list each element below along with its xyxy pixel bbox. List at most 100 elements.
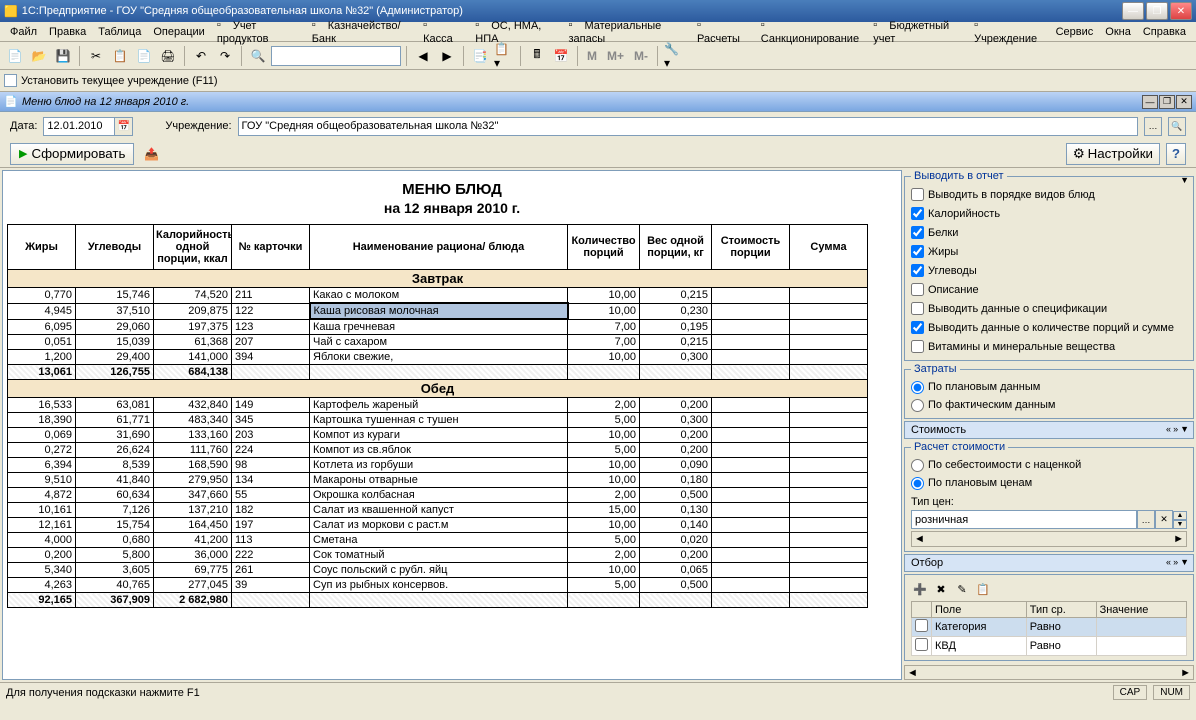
otbor-row[interactable]: КВДРавно [912, 637, 1187, 656]
doc-minimize-button[interactable]: — [1142, 95, 1158, 109]
set-institution-checkbox[interactable] [4, 74, 17, 87]
help-button[interactable]: ? [1166, 143, 1186, 165]
stoimost-collapse[interactable]: «»▼ [1166, 424, 1189, 434]
table-row[interactable]: 1,20029,400141,000394Яблоки свежие,10,00… [8, 350, 868, 365]
menu-2[interactable]: Таблица [92, 24, 147, 40]
otbor-edit-button[interactable]: ✎ [953, 580, 971, 598]
otbor-del-button[interactable]: ✖ [932, 580, 950, 598]
output-opt-5[interactable]: Описание [911, 280, 1187, 299]
stoimost-opt-1[interactable]: По плановым ценам [911, 474, 1187, 492]
table-row[interactable]: 6,09529,060197,375123Каша гречневая7,000… [8, 319, 868, 335]
m-button[interactable]: M [583, 45, 601, 67]
doc-maximize-button[interactable]: ❐ [1159, 95, 1175, 109]
form-button[interactable]: 📋▾ [493, 45, 515, 67]
menu-13[interactable]: Сервис [1050, 24, 1100, 40]
table-row[interactable]: 0,77015,74674,520211Какао с молоком10,00… [8, 288, 868, 304]
table-row[interactable]: 9,51041,840279,950134Макароны отварные10… [8, 473, 868, 488]
print-button[interactable]: 🖨 [157, 45, 179, 67]
table-row[interactable]: 4,0000,68041,200113Сметана5,000,020 [8, 533, 868, 548]
search-input[interactable] [271, 46, 401, 66]
menu-15[interactable]: Справка [1137, 24, 1192, 40]
export-button[interactable]: 📤 [140, 143, 162, 165]
zatraty-opt-0[interactable]: По плановым данным [911, 378, 1187, 396]
cut-button[interactable]: ✂ [85, 45, 107, 67]
table-row[interactable]: 4,87260,634347,66055Окрошка колбасная2,0… [8, 488, 868, 503]
menu-0[interactable]: Файл [4, 24, 43, 40]
output-opt-6[interactable]: Выводить данные о спецификации [911, 299, 1187, 318]
date-picker-button[interactable]: 📅 [115, 117, 133, 136]
output-collapse-button[interactable]: ▼ [1180, 175, 1189, 185]
copy-button[interactable]: 📋 [109, 45, 131, 67]
output-opt-7[interactable]: Выводить данные о количестве порций и су… [911, 318, 1187, 337]
price-down-button[interactable]: ▼ [1173, 520, 1187, 529]
date-input[interactable]: 12.01.2010 [43, 117, 115, 136]
otbor-add-button[interactable]: ➕ [911, 580, 929, 598]
calc-button[interactable]: 🖩 [526, 45, 548, 67]
table-row[interactable]: 18,39061,771483,340345Картошка тушенная … [8, 413, 868, 428]
menu-1[interactable]: Правка [43, 24, 92, 40]
stoimost-opt-0[interactable]: По себестоимости с наценкой [911, 456, 1187, 474]
table-row[interactable]: 4,94537,510209,875122Каша рисовая молочн… [8, 303, 868, 319]
zatraty-opt-1[interactable]: По фактическим данным [911, 396, 1187, 414]
open-button[interactable]: 📂 [28, 45, 50, 67]
nav-back-button[interactable]: ◀ [412, 45, 434, 67]
output-opt-4[interactable]: Углеводы [911, 261, 1187, 280]
menu-14[interactable]: Окна [1099, 24, 1137, 40]
menu-10[interactable]: ▫Санкционирование [755, 17, 867, 47]
menu-5[interactable]: ▫Казначейство/Банк [306, 17, 417, 47]
menu-4[interactable]: ▫Учет продуктов [211, 17, 306, 47]
table-row[interactable]: 0,06931,690133,160203Компот из кураги10,… [8, 428, 868, 443]
otbor-copy-button[interactable]: 📋 [974, 580, 992, 598]
report-scroll[interactable]: МЕНЮ БЛЮД на 12 января 2010 г. ЖирыУглев… [3, 171, 901, 679]
doc-close-button[interactable]: ✕ [1176, 95, 1192, 109]
settings-button[interactable]: ⚙ Настройки [1066, 143, 1160, 165]
menu-12[interactable]: ▫Учреждение [968, 17, 1050, 47]
table-row[interactable]: 10,1617,126137,210182Салат из квашенной … [8, 503, 868, 518]
output-opt-1[interactable]: Калорийность [911, 204, 1187, 223]
table-row[interactable]: 16,53363,081432,840149Картофель жареный2… [8, 398, 868, 413]
close-button[interactable]: ✕ [1170, 2, 1192, 20]
price-select-button[interactable]: … [1137, 510, 1155, 529]
otbor-collapse[interactable]: «»▼ [1166, 557, 1189, 567]
output-opt-0[interactable]: Выводить в порядке видов блюд [911, 185, 1187, 204]
table-row[interactable]: 4,26340,765277,04539Суп из рыбных консер… [8, 578, 868, 593]
side-hscroll[interactable]: ◄► [904, 665, 1194, 680]
menu-9[interactable]: ▫Расчеты [691, 17, 755, 47]
table-row[interactable]: 0,05115,03961,368207Чай с сахаром7,000,2… [8, 335, 868, 350]
menu-7[interactable]: ▫ОС, НМА, НПА [469, 17, 562, 47]
calendar-button[interactable]: 📅 [550, 45, 572, 67]
nav-fwd-button[interactable]: ▶ [436, 45, 458, 67]
table-row[interactable]: 0,27226,624111,760224Компот из св.яблок5… [8, 443, 868, 458]
output-opt-3[interactable]: Жиры [911, 242, 1187, 261]
generate-button[interactable]: ▶Сформировать [10, 143, 134, 165]
price-type-input[interactable]: розничная [911, 510, 1137, 529]
tools-button[interactable]: 🔧▾ [663, 45, 685, 67]
copy-doc-button[interactable]: 📑 [469, 45, 491, 67]
institution-input[interactable]: ГОУ "Средняя общеобразовательная школа №… [238, 117, 1138, 136]
new-button[interactable]: 📄 [4, 45, 26, 67]
maximize-button[interactable]: ❐ [1146, 2, 1168, 20]
price-up-button[interactable]: ▲ [1173, 511, 1187, 520]
save-button[interactable]: 💾 [52, 45, 74, 67]
menu-11[interactable]: ▫Бюджетный учет [867, 17, 968, 47]
menu-6[interactable]: ▫Касса [417, 17, 469, 47]
table-row[interactable]: 12,16115,754164,450197Салат из моркови с… [8, 518, 868, 533]
output-opt-2[interactable]: Белки [911, 223, 1187, 242]
m-minus-button[interactable]: M- [630, 45, 652, 67]
table-row[interactable]: 0,2005,80036,000222Сок томатный2,000,200 [8, 548, 868, 563]
undo-button[interactable]: ↶ [190, 45, 212, 67]
menu-3[interactable]: Операции [147, 24, 210, 40]
minimize-button[interactable]: — [1122, 2, 1144, 20]
redo-button[interactable]: ↷ [214, 45, 236, 67]
paste-button[interactable]: 📄 [133, 45, 155, 67]
price-hscroll[interactable]: ◄► [911, 531, 1187, 547]
table-row[interactable]: 5,3403,60569,775261Соус польский с рубл.… [8, 563, 868, 578]
otbor-row[interactable]: КатегорияРавно [912, 618, 1187, 637]
output-opt-8[interactable]: Витамины и минеральные вещества [911, 337, 1187, 356]
table-row[interactable]: 6,3948,539168,59098Котлета из горбуши10,… [8, 458, 868, 473]
m-plus-button[interactable]: M+ [603, 45, 628, 67]
institution-select-button[interactable]: … [1144, 117, 1162, 136]
find-button[interactable]: 🔍 [247, 45, 269, 67]
institution-search-button[interactable]: 🔍 [1168, 117, 1186, 136]
price-clear-button[interactable]: ✕ [1155, 510, 1173, 529]
